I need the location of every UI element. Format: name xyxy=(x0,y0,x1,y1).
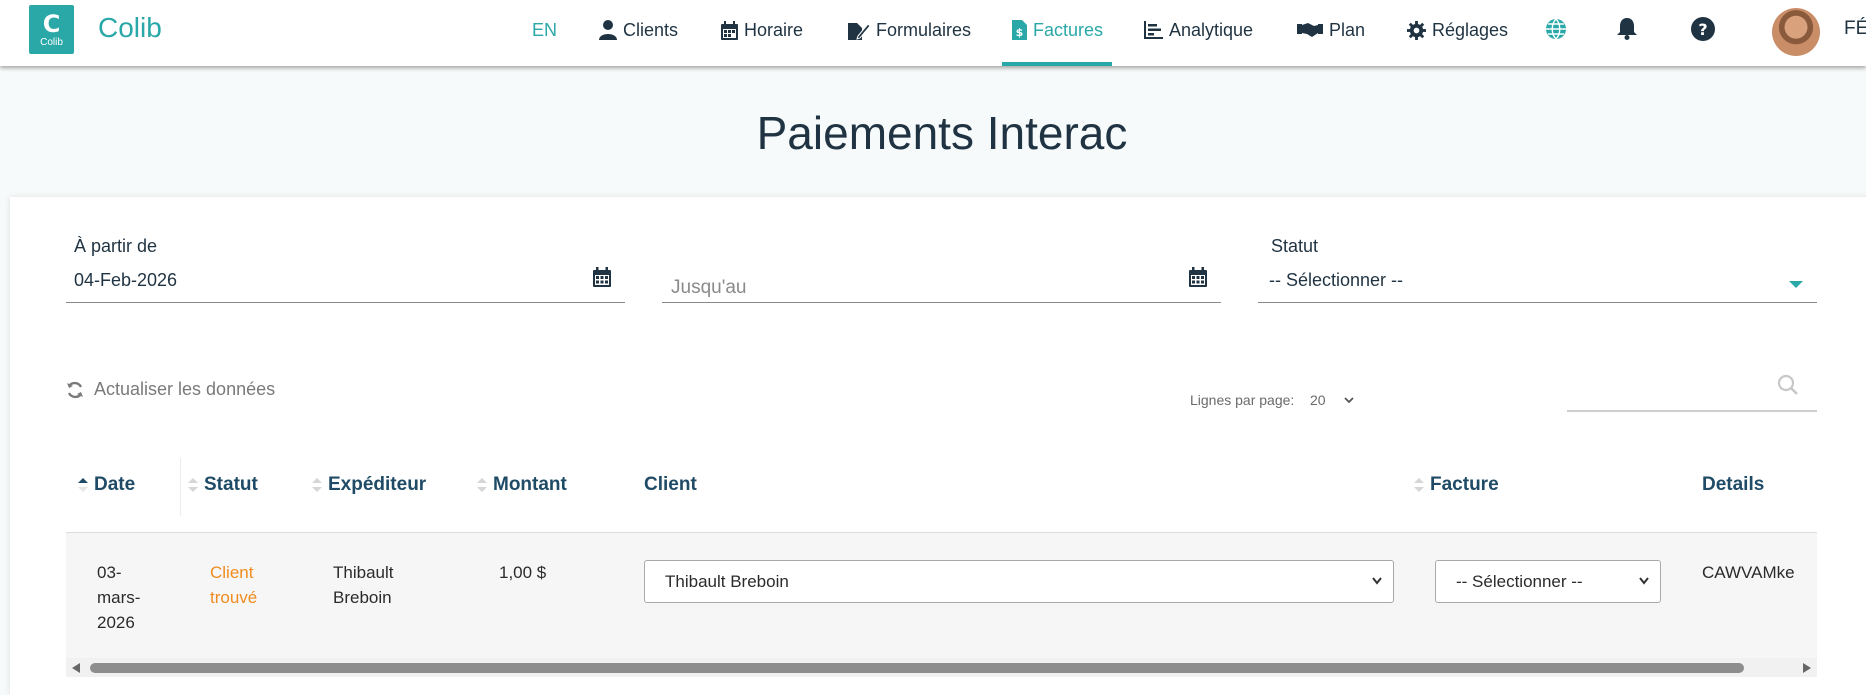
top-navbar: C Colib Colib EN Clients Horaire Formula… xyxy=(0,0,1866,66)
nav-item-clients[interactable]: Clients xyxy=(599,18,678,42)
chevron-down-icon xyxy=(1343,396,1354,403)
scrollbar-thumb[interactable] xyxy=(90,663,1744,673)
calendar-icon[interactable] xyxy=(1189,267,1207,287)
cell-status: Client trouvé xyxy=(210,560,257,610)
form-edit-icon xyxy=(848,22,870,40)
logo-letter: C xyxy=(42,9,61,38)
cell-amount: 1,00 $ xyxy=(499,563,547,582)
logo-text: Colib xyxy=(40,36,63,48)
nav-label-horaire: Horaire xyxy=(744,19,804,40)
refresh-icon xyxy=(67,381,83,398)
scroll-left-arrow[interactable] xyxy=(72,663,80,673)
column-header-statut[interactable]: Statut xyxy=(186,474,258,496)
column-header-client-label: Client xyxy=(644,474,697,495)
from-date-label: À partir de xyxy=(74,236,158,256)
cell-status-line1: Client xyxy=(210,563,254,582)
client-select[interactable]: Thibault Breboin xyxy=(644,560,1394,603)
nav-label-factures: Factures xyxy=(1033,19,1104,40)
cell-sender-first: Thibault xyxy=(333,563,394,582)
sort-icon xyxy=(477,478,487,492)
column-header-client[interactable]: Client xyxy=(644,474,697,496)
nav-label-plan: Plan xyxy=(1329,19,1366,40)
chevron-down-icon[interactable] xyxy=(1789,281,1803,288)
sort-asc-icon xyxy=(78,478,88,492)
from-date-input[interactable]: 04-Feb-2026 xyxy=(74,270,177,291)
nav-item-formulaires[interactable]: Formulaires xyxy=(848,18,971,42)
refresh-button[interactable]: Actualiser les données xyxy=(66,379,275,400)
invoice-select[interactable]: -- Sélectionner -- xyxy=(1435,560,1661,603)
help-icon[interactable]: ? xyxy=(1690,16,1716,42)
user-icon xyxy=(599,20,617,40)
column-header-expediteur[interactable]: Expéditeur xyxy=(310,474,426,496)
from-date-underline xyxy=(66,302,625,303)
invoice-dollar-icon: $ xyxy=(1012,20,1027,40)
active-tab-indicator xyxy=(1002,62,1112,66)
bell-icon[interactable] xyxy=(1614,16,1640,42)
refresh-label: Actualiser les données xyxy=(94,379,276,399)
sort-icon xyxy=(312,478,322,492)
page-title: Paiements Interac xyxy=(756,107,1128,159)
to-date-underline xyxy=(662,302,1221,303)
table-search-input[interactable] xyxy=(1567,370,1817,412)
cell-date-year: 2026 xyxy=(97,613,135,632)
nav-label-analytique: Analytique xyxy=(1169,19,1254,40)
cell-status-line2: trouvé xyxy=(210,588,258,607)
brand-name[interactable]: Colib xyxy=(98,12,162,44)
sort-icon xyxy=(188,478,198,492)
calendar-icon xyxy=(721,20,738,40)
column-header-date[interactable]: Date xyxy=(76,474,135,496)
nav-item-horaire[interactable]: Horaire xyxy=(721,18,803,42)
nav-item-reglages[interactable]: Réglages xyxy=(1407,18,1508,42)
column-divider xyxy=(180,458,181,516)
nav-item-plan[interactable]: Plan xyxy=(1297,18,1365,42)
svg-text:?: ? xyxy=(1698,20,1707,39)
column-header-montant-label: Montant xyxy=(493,474,567,495)
status-label: Statut xyxy=(1271,236,1319,256)
cell-date: 03- mars- 2026 xyxy=(97,560,140,635)
chevron-down-icon xyxy=(1372,577,1382,585)
globe-icon[interactable] xyxy=(1543,16,1569,42)
cell-date-day: 03- xyxy=(97,563,122,582)
user-name-truncated[interactable]: FÉ xyxy=(1844,18,1866,40)
logo[interactable]: C Colib xyxy=(29,5,74,54)
column-header-details-label: Details xyxy=(1702,474,1765,495)
nav-label-clients: Clients xyxy=(623,19,679,40)
client-select-value: Thibault Breboin xyxy=(665,571,789,591)
cell-sender: Thibault Breboin xyxy=(333,560,393,610)
svg-text:$: $ xyxy=(1016,26,1024,39)
status-select[interactable]: -- Sélectionner -- xyxy=(1269,270,1403,291)
avatar[interactable] xyxy=(1772,8,1820,56)
column-header-facture[interactable]: Facture xyxy=(1412,474,1499,496)
scroll-right-arrow[interactable] xyxy=(1803,663,1811,673)
nav-label-reglages: Réglages xyxy=(1432,19,1509,40)
cell-details: CAWVAMke xyxy=(1702,563,1795,582)
column-header-statut-label: Statut xyxy=(204,474,258,495)
rows-per-page-select[interactable]: 20 xyxy=(1310,392,1354,408)
calendar-icon[interactable] xyxy=(593,267,611,287)
sort-icon xyxy=(1414,478,1424,492)
rows-per-page-label: Lignes par page: xyxy=(1190,392,1295,408)
invoice-select-value: -- Sélectionner -- xyxy=(1456,571,1583,591)
column-header-expediteur-label: Expéditeur xyxy=(328,474,427,495)
column-header-details[interactable]: Details xyxy=(1702,474,1764,496)
cell-date-month: mars- xyxy=(97,588,141,607)
search-icon xyxy=(1777,374,1798,395)
nav-item-factures[interactable]: $ Factures xyxy=(1012,18,1103,42)
to-date-input[interactable]: Jusqu'au xyxy=(671,277,746,299)
chevron-down-icon xyxy=(1639,577,1649,585)
column-header-montant[interactable]: Montant xyxy=(475,474,567,496)
gear-icon xyxy=(1407,20,1426,40)
bar-chart-icon xyxy=(1144,21,1163,39)
nav-label-formulaires: Formulaires xyxy=(876,19,972,40)
nav-item-analytique[interactable]: Analytique xyxy=(1144,18,1253,42)
cell-sender-last: Breboin xyxy=(333,588,392,607)
handshake-icon xyxy=(1297,23,1323,37)
column-header-date-label: Date xyxy=(94,474,136,495)
rows-per-page-value: 20 xyxy=(1310,392,1326,408)
status-underline xyxy=(1258,302,1817,303)
column-header-facture-label: Facture xyxy=(1430,474,1499,495)
language-toggle[interactable]: EN xyxy=(532,18,557,42)
